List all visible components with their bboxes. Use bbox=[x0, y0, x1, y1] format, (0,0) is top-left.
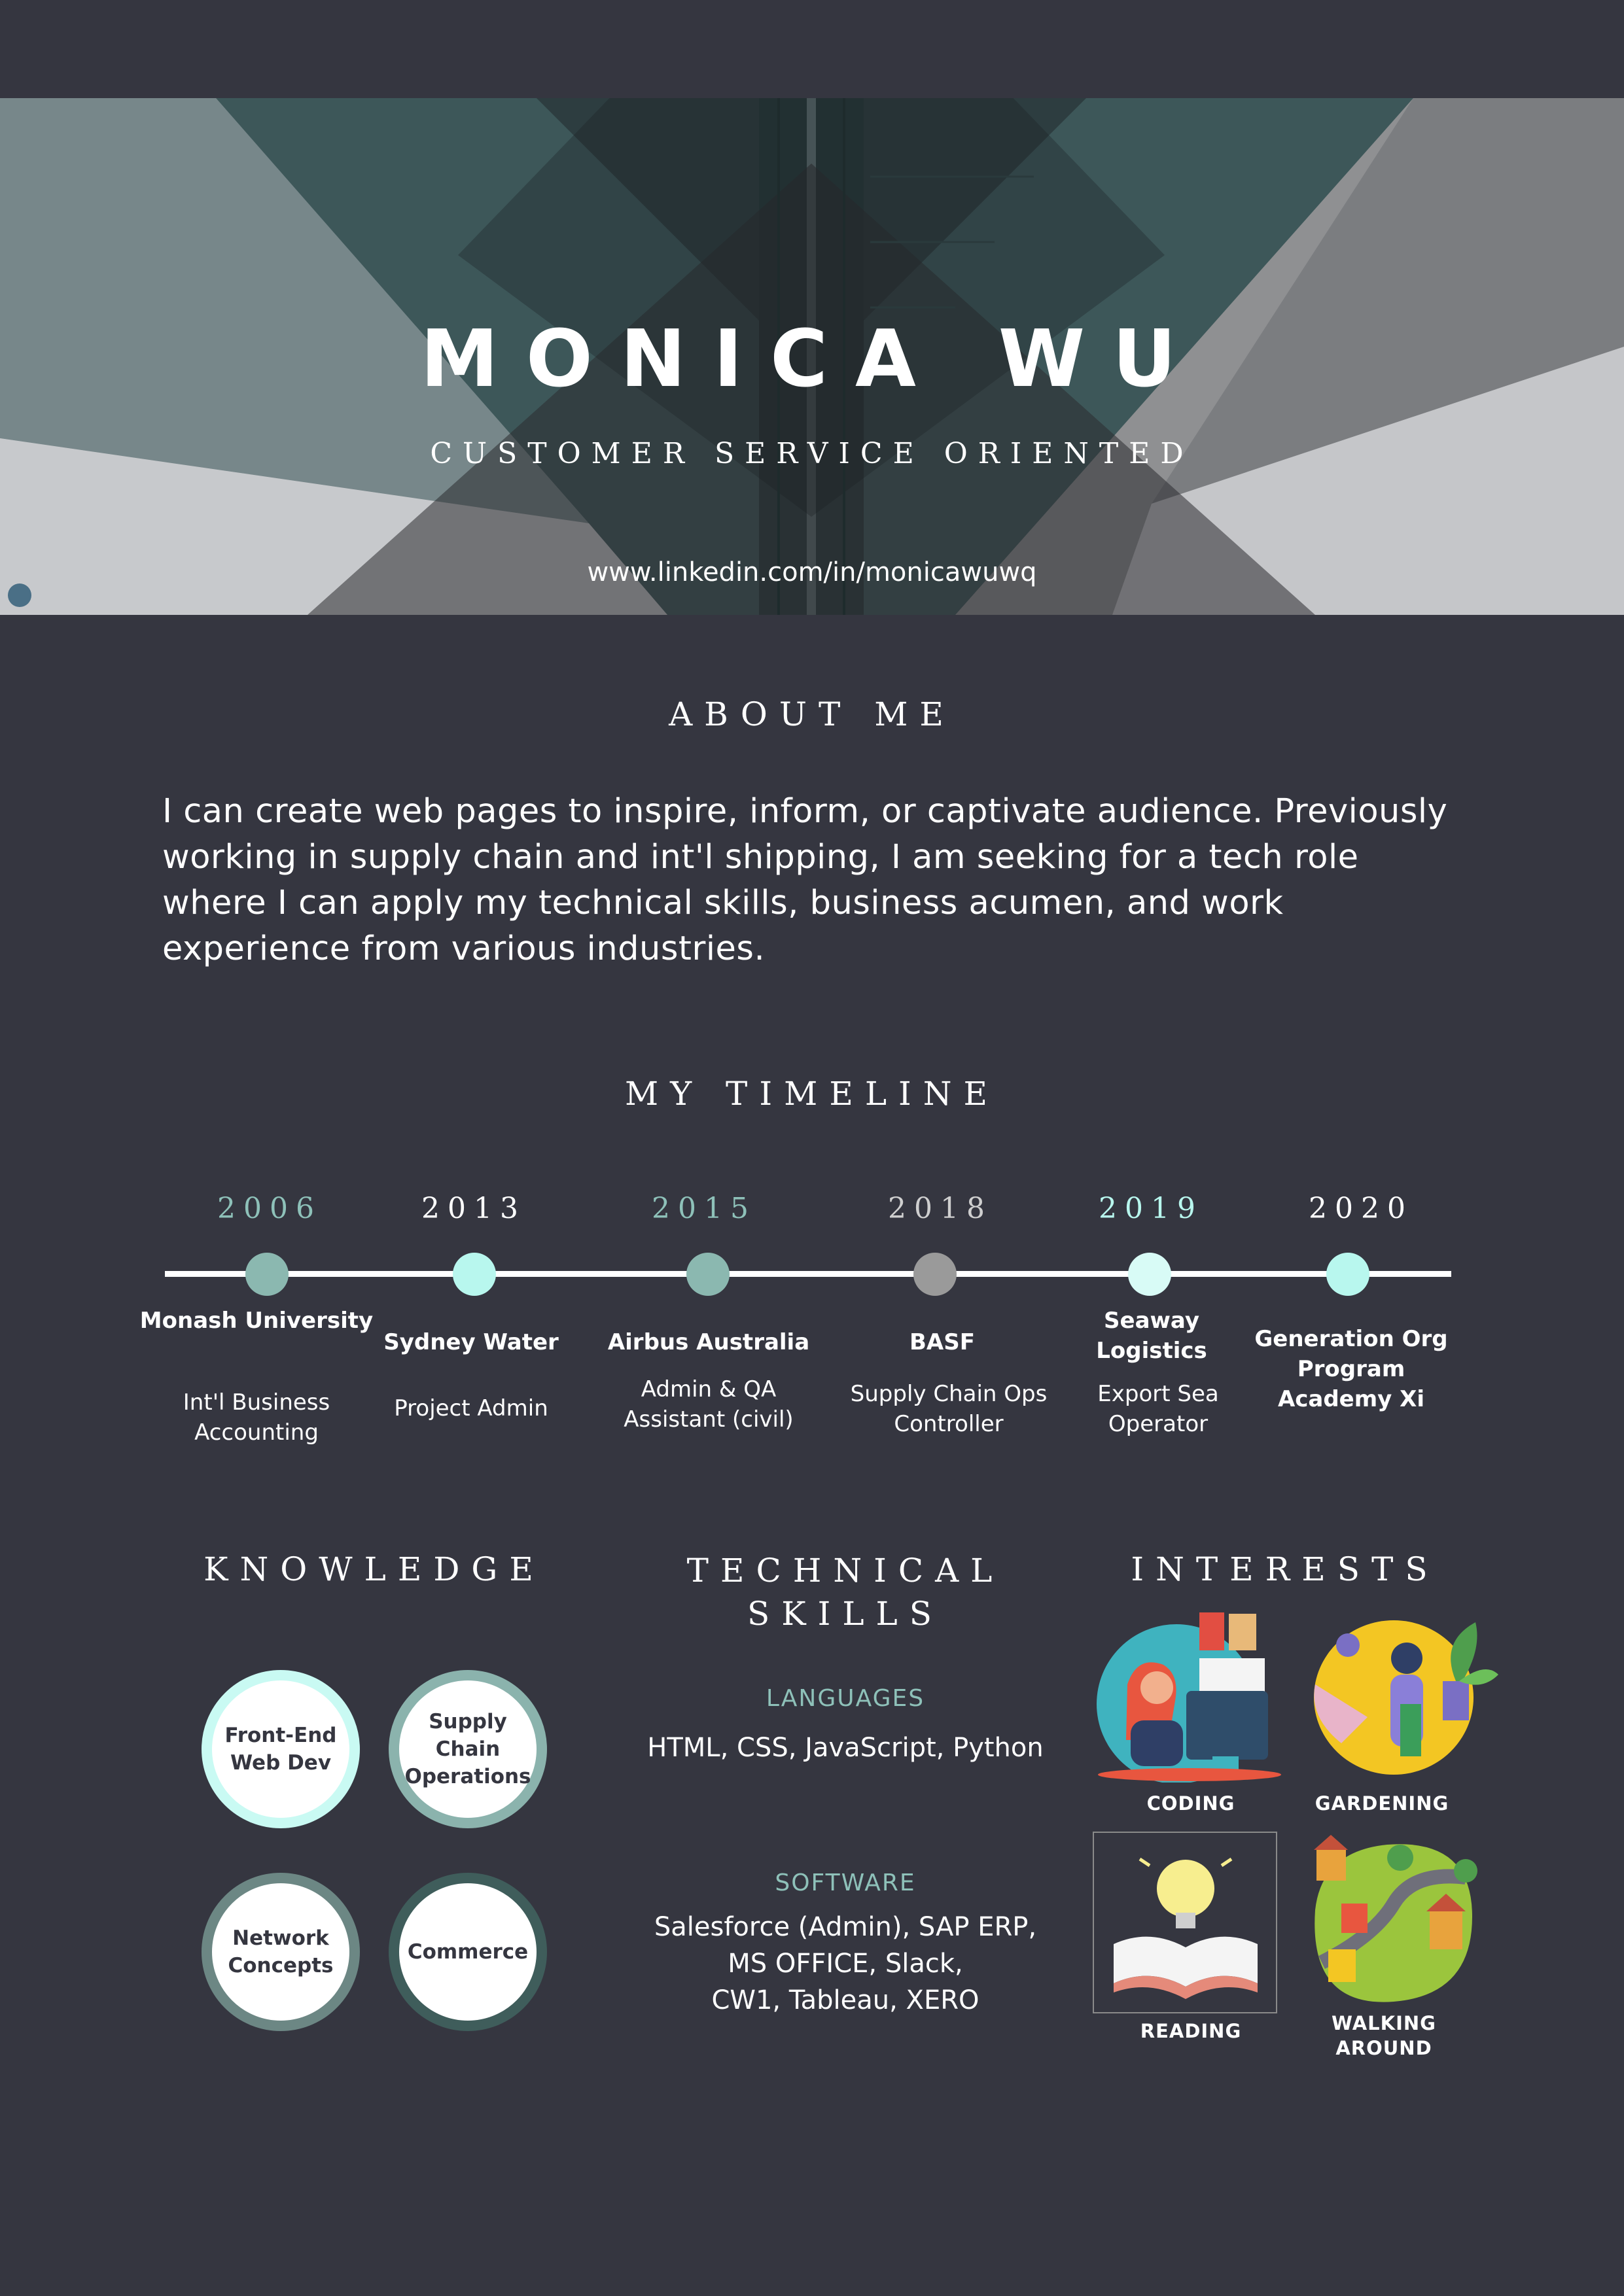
timeline-dot bbox=[1326, 1253, 1369, 1296]
reading-illustration bbox=[1114, 1857, 1258, 1999]
languages-label: LANGUAGES bbox=[766, 1685, 925, 1712]
knowledge-badge: Network Concepts bbox=[202, 1873, 360, 2031]
timeline-org: BASF bbox=[909, 1329, 975, 1355]
timeline-year: 2013 bbox=[421, 1192, 526, 1225]
walking-illustration bbox=[1314, 1835, 1477, 2002]
interest-label: READING bbox=[1140, 2020, 1242, 2042]
timeline-year: 2015 bbox=[652, 1192, 756, 1225]
software-text-line3: CW1, Tableau, XERO bbox=[711, 1985, 980, 2015]
timeline-role: Admin & QA Assistant (civil) bbox=[624, 1376, 794, 1433]
timeline-org: Monash University bbox=[139, 1308, 374, 1334]
knowledge-badge: Commerce bbox=[389, 1873, 547, 2031]
coding-illustration bbox=[1097, 1612, 1281, 1783]
software-text-line1: Salesforce (Admin), SAP ERP, bbox=[654, 1912, 1037, 1942]
software-label: SOFTWARE bbox=[775, 1870, 916, 1896]
gardening-illustration bbox=[1314, 1620, 1498, 1775]
timeline-title: MY TIMELINE bbox=[624, 1075, 1000, 1113]
timeline-line bbox=[165, 1271, 1451, 1277]
timeline-dot bbox=[453, 1253, 496, 1296]
skills-title-line1: TECHNICAL bbox=[686, 1552, 1004, 1590]
timeline-year: 2006 bbox=[217, 1192, 322, 1225]
skills-title-line2: SKILLS bbox=[747, 1595, 944, 1633]
timeline-role: Project Admin bbox=[394, 1395, 548, 1421]
person-name: MONICA WU bbox=[420, 314, 1204, 405]
timeline-dot bbox=[686, 1253, 730, 1296]
about-text: I can create web pages to inspire, infor… bbox=[162, 792, 1448, 968]
timeline-org: Generation Org Program Academy Xi bbox=[1254, 1326, 1448, 1412]
timeline-dot bbox=[245, 1253, 289, 1296]
software-text-line2: MS OFFICE, Slack, bbox=[728, 1949, 963, 1979]
timeline-dot bbox=[1128, 1253, 1171, 1296]
knowledge-label: Supply Chain Operations bbox=[404, 1710, 531, 1788]
knowledge-label: Commerce bbox=[407, 1940, 529, 1964]
tagline: CUSTOMER SERVICE ORIENTED bbox=[430, 437, 1194, 470]
knowledge-label: Network Concepts bbox=[228, 1926, 334, 1977]
linkedin-link[interactable]: www.linkedin.com/in/monicawuwq bbox=[0, 557, 1624, 587]
languages-text: HTML, CSS, JavaScript, Python bbox=[647, 1733, 1044, 1763]
knowledge-badge: Supply Chain Operations bbox=[389, 1670, 547, 1828]
timeline-year: 2020 bbox=[1309, 1192, 1413, 1225]
interests-title: INTERESTS bbox=[1131, 1550, 1439, 1588]
timeline-org: Seaway Logistics bbox=[1096, 1308, 1207, 1364]
interest-label: GARDENING bbox=[1315, 1792, 1449, 1815]
timeline-role: Int'l Business Accounting bbox=[183, 1389, 330, 1446]
about-title: ABOUT ME bbox=[669, 695, 955, 733]
timeline-year: 2018 bbox=[888, 1192, 993, 1225]
interest-label: WALKING AROUND bbox=[1332, 2012, 1436, 2059]
timeline-org: Sydney Water bbox=[383, 1329, 559, 1355]
timeline-role: Supply Chain Ops Controller bbox=[850, 1381, 1048, 1437]
interest-label: CODING bbox=[1146, 1792, 1235, 1815]
knowledge-badge: Front-End Web Dev bbox=[202, 1670, 360, 1828]
timeline-role: Export Sea Operator bbox=[1097, 1381, 1219, 1437]
knowledge-title: KNOWLEDGE bbox=[203, 1550, 545, 1588]
timeline-org: Airbus Australia bbox=[607, 1329, 810, 1355]
knowledge-label: Front-End Web Dev bbox=[224, 1724, 337, 1775]
timeline-dot bbox=[913, 1253, 957, 1296]
timeline-year: 2019 bbox=[1099, 1192, 1203, 1225]
hero-banner: MONICA WU CUSTOMER SERVICE ORIENTED www.… bbox=[0, 98, 1624, 615]
